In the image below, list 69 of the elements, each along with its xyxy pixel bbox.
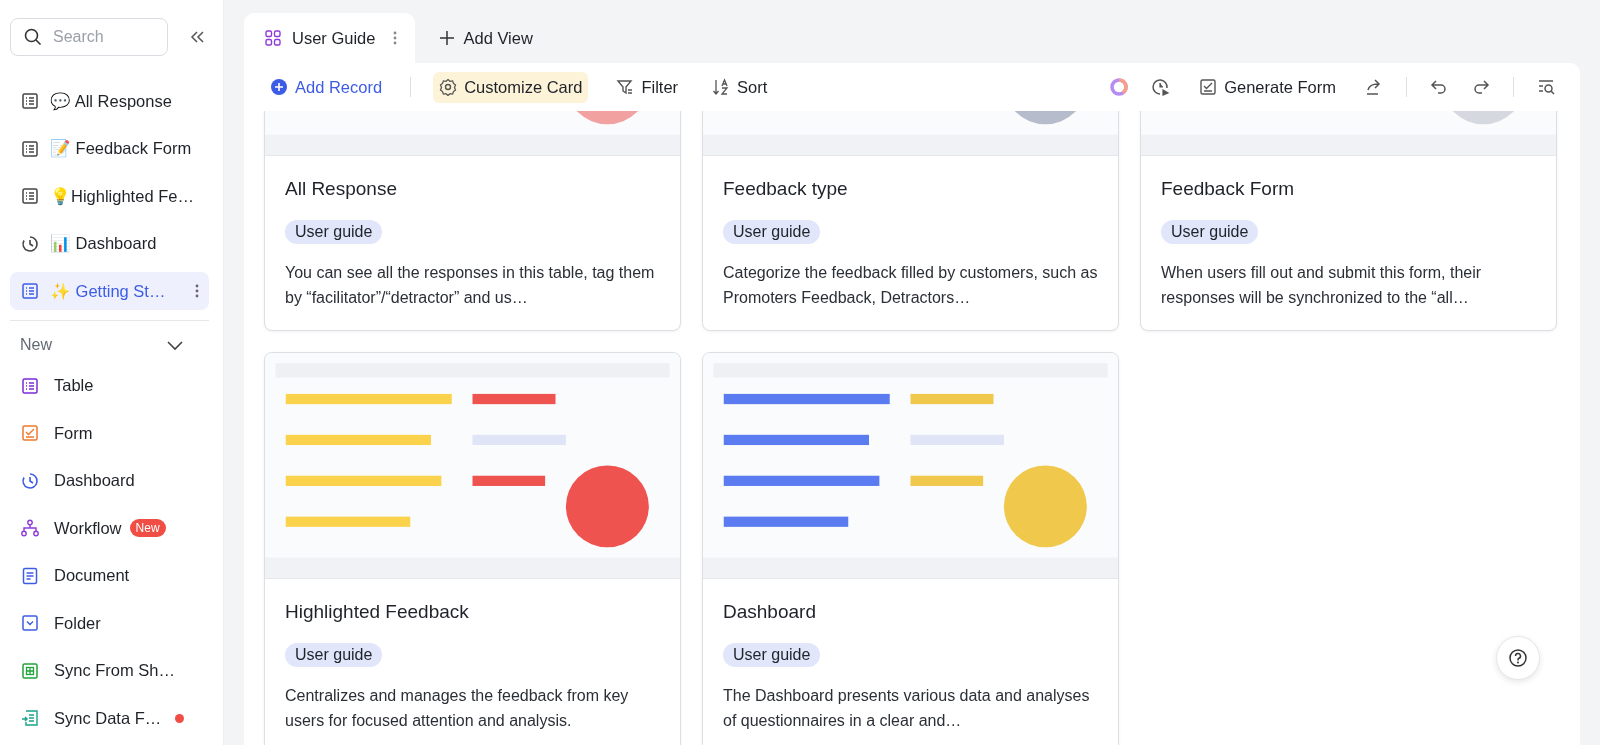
- sidebar-item[interactable]: Sync From Sh…: [10, 651, 209, 690]
- help-button[interactable]: [1496, 636, 1540, 680]
- sidebar-item[interactable]: Document: [10, 556, 209, 595]
- filter-button[interactable]: Filter: [610, 71, 685, 103]
- card-description: The Dashboard presents various data and analyses of questionnaires in a clear and…: [723, 686, 1091, 731]
- tag: User guide: [285, 643, 383, 667]
- table-icon: [20, 281, 40, 301]
- search-list-icon[interactable]: [1536, 77, 1556, 97]
- table-icon: [20, 138, 40, 159]
- ai-ring-icon[interactable]: [1109, 77, 1130, 97]
- section-label: New: [20, 335, 52, 354]
- card-description: Centralizes and manages the feedback from key users for focused attention and analysis.: [285, 686, 630, 731]
- tag: User guide: [285, 220, 383, 244]
- card-title: Feedback Form: [1161, 178, 1296, 200]
- sidebar-item[interactable]: Workflow New: [10, 509, 209, 547]
- search-field[interactable]: Search: [10, 18, 168, 56]
- folder-icon: [20, 613, 40, 633]
- undo-icon[interactable]: [1429, 77, 1449, 97]
- sidebar-item[interactable]: ✨ Getting St…: [10, 272, 209, 310]
- view-tab[interactable]: User Guide: [244, 13, 416, 63]
- table-icon: [20, 186, 40, 206]
- sort-icon: [712, 78, 731, 96]
- tag: User guide: [723, 220, 821, 244]
- filter-icon: [616, 78, 635, 96]
- more-icon[interactable]: [195, 284, 199, 298]
- card-description: You can see all the responses in this table, tag them by “facilitator”/“detractor” and us…: [285, 263, 656, 308]
- sidebar-item[interactable]: 💡Highlighted Fe…: [10, 177, 209, 215]
- help-icon: [1508, 648, 1528, 668]
- guide-card[interactable]: Feedback type User guide Categorize the feedback filled by customers, such as Promoters Feedback, Detractors…: [702, 111, 1119, 331]
- guide-card[interactable]: Highlighted Feedback User guide Centralizes and manages the feedback from key users for focused attention and analysis.: [264, 352, 681, 745]
- add-record-button[interactable]: Add Record: [264, 71, 389, 103]
- sidebar-item[interactable]: 📝 Feedback Form: [10, 129, 209, 168]
- plus-icon: [439, 30, 456, 46]
- card-title: All Response: [285, 178, 398, 200]
- form-icon: [1199, 78, 1218, 96]
- more-icon[interactable]: [393, 31, 398, 45]
- sidebar-item[interactable]: Sync Data F…: [10, 699, 209, 737]
- workflow-icon: [20, 518, 40, 538]
- plus-circle-icon: [270, 78, 288, 96]
- grid-icon: [264, 29, 282, 47]
- guide-card[interactable]: Dashboard User guide The Dashboard presents various data and analyses of questionnaires in a clear and…: [702, 352, 1119, 745]
- sidebar-item[interactable]: 💬 All Response: [10, 82, 209, 120]
- guide-card[interactable]: Feedback Form User guide When users fill out and submit this form, their responses will be synchronized to the “all…: [1140, 111, 1557, 331]
- generate-form-button[interactable]: Generate Form: [1193, 71, 1342, 103]
- customize-button[interactable]: Customize Card: [433, 71, 589, 103]
- form-icon: [20, 423, 40, 443]
- add-view-button[interactable]: Add View: [415, 13, 557, 63]
- new-badge: New: [129, 519, 166, 537]
- gear-icon: [439, 78, 458, 96]
- sidebar-item[interactable]: Dashboard: [10, 461, 209, 500]
- table-icon: [20, 375, 40, 396]
- redo-icon[interactable]: [1471, 77, 1491, 97]
- card-title: Highlighted Feedback: [285, 601, 470, 623]
- sidebar-item[interactable]: 📊 Dashboard: [10, 224, 209, 263]
- tag: User guide: [723, 643, 821, 667]
- guide-card[interactable]: All Response User guide You can see all the responses in this table, tag them by “facilitator”/“detractor” and us…: [264, 111, 681, 331]
- spreadsheet-icon: [20, 660, 40, 681]
- card-title: Feedback type: [723, 178, 849, 200]
- sidebar-item[interactable]: Form: [10, 414, 209, 452]
- tag: User guide: [1161, 220, 1259, 244]
- card-title: Dashboard: [723, 601, 817, 623]
- card-description: Categorize the feedback filled by customers, such as Promoters Feedback, Detractors…: [723, 263, 1098, 308]
- sidebar-item[interactable]: Table: [10, 366, 209, 405]
- document-icon: [20, 565, 40, 586]
- sync-icon: [20, 708, 40, 728]
- sidebar-item[interactable]: Folder: [10, 604, 209, 642]
- table-icon: [20, 91, 40, 111]
- card-description: When users fill out and submit this form, their responses will be synchronized to the “all…: [1161, 263, 1483, 308]
- sort-button[interactable]: Sort: [706, 71, 774, 103]
